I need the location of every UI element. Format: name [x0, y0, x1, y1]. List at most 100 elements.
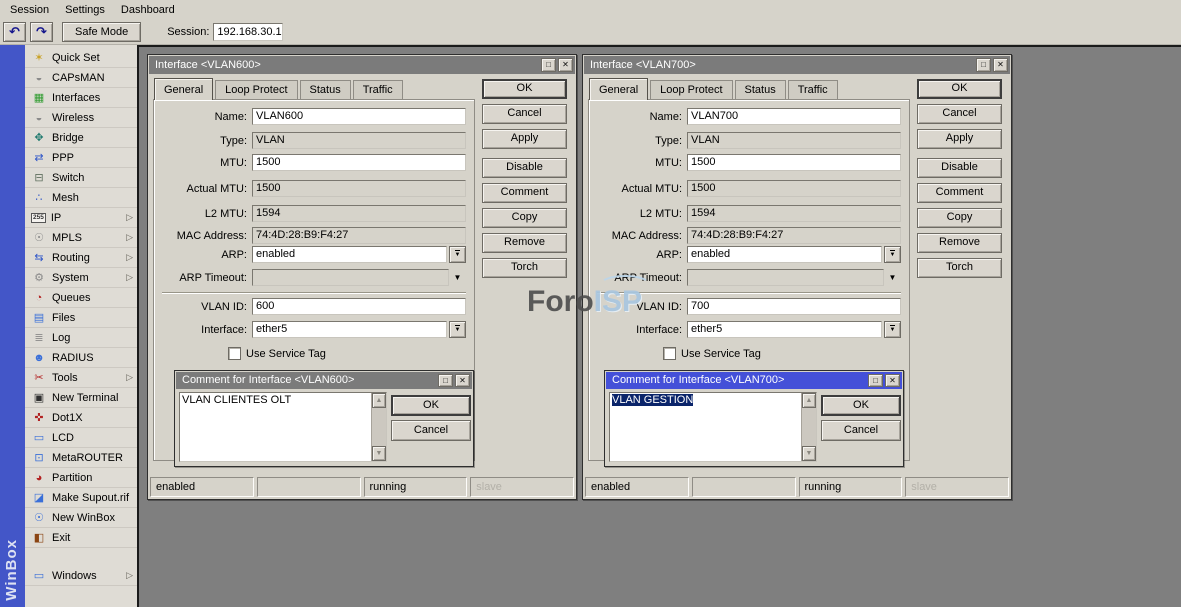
tab-traffic[interactable]: Traffic	[788, 80, 838, 100]
close-icon[interactable]: ✕	[558, 58, 573, 72]
dropdown-button[interactable]: ▼	[449, 246, 466, 263]
interface-field[interactable]: ether5	[687, 321, 882, 338]
cancel-button[interactable]: Cancel	[482, 104, 567, 124]
copy-button[interactable]: Copy	[482, 208, 567, 228]
disable-button[interactable]: Disable	[917, 158, 1002, 178]
sidebar-item-lcd[interactable]: ▭LCD	[25, 428, 137, 448]
sidebar-item-ppp[interactable]: ⇄PPP	[25, 148, 137, 168]
comment-textarea[interactable]: VLAN GESTION▲▼	[609, 392, 817, 462]
dialog-title-bar[interactable]: Interface <VLAN700>□✕	[584, 56, 1010, 74]
menu-settings[interactable]: Settings	[61, 1, 115, 19]
sidebar-item-mpls[interactable]: ☉MPLS▷	[25, 228, 137, 248]
tab-status[interactable]: Status	[735, 80, 786, 100]
sidebar-item-files[interactable]: ▤Files	[25, 308, 137, 328]
ok-button[interactable]: OK	[917, 79, 1002, 99]
vlan-id-field[interactable]: 700	[687, 298, 901, 315]
scroll-up-icon[interactable]: ▲	[372, 393, 386, 408]
sidebar-item-exit[interactable]: ◧Exit	[25, 528, 137, 548]
sidebar-item-log[interactable]: ≣Log	[25, 328, 137, 348]
comment-cancel-button[interactable]: Cancel	[821, 420, 901, 441]
sidebar-item-bridge[interactable]: ✥Bridge	[25, 128, 137, 148]
sidebar-item-make-supout-rif[interactable]: ◪Make Supout.rif	[25, 488, 137, 508]
name-field[interactable]: VLAN600	[252, 108, 466, 125]
comment-ok-button[interactable]: OK	[391, 395, 471, 416]
tab-loop-protect[interactable]: Loop Protect	[650, 80, 732, 100]
sidebar-item-radius[interactable]: ☻RADIUS	[25, 348, 137, 368]
sidebar-item-new-terminal[interactable]: ▣New Terminal	[25, 388, 137, 408]
tab-status[interactable]: Status	[300, 80, 351, 100]
sidebar-item-ip[interactable]: 255IP▷	[25, 208, 137, 228]
close-icon[interactable]: ✕	[885, 374, 900, 387]
maximize-icon[interactable]: □	[976, 58, 991, 72]
comment-cancel-button[interactable]: Cancel	[391, 420, 471, 441]
tab-general[interactable]: General	[154, 78, 213, 100]
dropdown-button[interactable]: ▼	[884, 321, 901, 338]
use-service-tag-checkbox[interactable]	[663, 347, 676, 360]
dropdown-arrow-icon[interactable]: ▼	[884, 273, 901, 282]
vertical-scrollbar[interactable]: ▲▼	[371, 393, 386, 461]
sidebar-item-switch[interactable]: ⊟Switch	[25, 168, 137, 188]
maximize-icon[interactable]: □	[868, 374, 883, 387]
comment-button[interactable]: Comment	[482, 183, 567, 203]
dropdown-button[interactable]: ▼	[449, 321, 466, 338]
torch-button[interactable]: Torch	[917, 258, 1002, 278]
torch-button[interactable]: Torch	[482, 258, 567, 278]
comment-title-bar[interactable]: Comment for Interface <VLAN600>□✕	[176, 372, 472, 389]
menu-session[interactable]: Session	[6, 1, 59, 19]
scroll-down-icon[interactable]: ▼	[802, 446, 816, 461]
close-icon[interactable]: ✕	[993, 58, 1008, 72]
field-row: Actual MTU:1500	[162, 180, 466, 197]
sidebar-item-routing[interactable]: ⇆Routing▷	[25, 248, 137, 268]
scroll-up-icon[interactable]: ▲	[802, 393, 816, 408]
apply-button[interactable]: Apply	[482, 129, 567, 149]
menu-dashboard[interactable]: Dashboard	[117, 1, 185, 19]
comment-button[interactable]: Comment	[917, 183, 1002, 203]
name-field[interactable]: VLAN700	[687, 108, 901, 125]
dropdown-arrow-icon[interactable]: ▼	[449, 273, 466, 282]
interface-field[interactable]: ether5	[252, 321, 447, 338]
sidebar-item-mesh[interactable]: ∴Mesh	[25, 188, 137, 208]
use-service-tag-checkbox[interactable]	[228, 347, 241, 360]
sidebar-item-interfaces[interactable]: ▦Interfaces	[25, 88, 137, 108]
close-icon[interactable]: ✕	[455, 374, 470, 387]
sidebar-item-dot1x[interactable]: ✜Dot1X	[25, 408, 137, 428]
dialog-title-bar[interactable]: Interface <VLAN600>□✕	[149, 56, 575, 74]
sidebar-item-system[interactable]: ⚙System▷	[25, 268, 137, 288]
comment-title-bar[interactable]: Comment for Interface <VLAN700>□✕	[606, 372, 902, 389]
disable-button[interactable]: Disable	[482, 158, 567, 178]
dropdown-button[interactable]: ▼	[884, 246, 901, 263]
undo-button[interactable]: ↶	[3, 22, 26, 42]
copy-button[interactable]: Copy	[917, 208, 1002, 228]
vertical-scrollbar[interactable]: ▲▼	[801, 393, 816, 461]
sidebar-item-tools[interactable]: ✂Tools▷	[25, 368, 137, 388]
vlan-id-field[interactable]: 600	[252, 298, 466, 315]
sidebar-item-metarouter[interactable]: ⊡MetaROUTER	[25, 448, 137, 468]
sidebar-item-quick-set[interactable]: ✶Quick Set	[25, 48, 137, 68]
cancel-button[interactable]: Cancel	[917, 104, 1002, 124]
sidebar-item-new-winbox[interactable]: ☉New WinBox	[25, 508, 137, 528]
maximize-icon[interactable]: □	[438, 374, 453, 387]
ok-button[interactable]: OK	[482, 79, 567, 99]
redo-button[interactable]: ↷	[30, 22, 53, 42]
sidebar-item-queues[interactable]: ◔Queues	[25, 288, 137, 308]
safe-mode-button[interactable]: Safe Mode	[62, 22, 141, 42]
arp-field[interactable]: enabled	[252, 246, 447, 263]
tab-traffic[interactable]: Traffic	[353, 80, 403, 100]
tab-loop-protect[interactable]: Loop Protect	[215, 80, 297, 100]
comment-ok-button[interactable]: OK	[821, 395, 901, 416]
remove-button[interactable]: Remove	[482, 233, 567, 253]
maximize-icon[interactable]: □	[541, 58, 556, 72]
arp-field[interactable]: enabled	[687, 246, 882, 263]
comment-textarea[interactable]: VLAN CLIENTES OLT▲▼	[179, 392, 387, 462]
sidebar-item-capsman[interactable]: ◒CAPsMAN	[25, 68, 137, 88]
sidebar-item-partition[interactable]: ◕Partition	[25, 468, 137, 488]
session-input[interactable]: 192.168.30.1	[213, 23, 283, 41]
scroll-down-icon[interactable]: ▼	[372, 446, 386, 461]
remove-button[interactable]: Remove	[917, 233, 1002, 253]
sidebar-item-wireless[interactable]: ◒Wireless	[25, 108, 137, 128]
mtu-field[interactable]: 1500	[252, 154, 466, 171]
apply-button[interactable]: Apply	[917, 129, 1002, 149]
sidebar-item-windows[interactable]: ▭Windows▷	[25, 566, 137, 586]
tab-general[interactable]: General	[589, 78, 648, 100]
mtu-field[interactable]: 1500	[687, 154, 901, 171]
